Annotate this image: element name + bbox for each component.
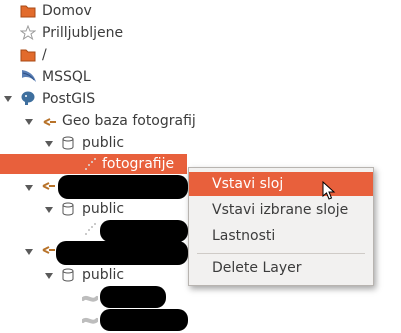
redacted-connection-name — [56, 241, 188, 265]
menu-item-properties[interactable]: Lastnosti — [189, 224, 373, 248]
tree-item-geo-db[interactable]: Geo baza fotografij — [62, 110, 196, 132]
context-menu: Vstavi sloj Vstavi izbrane sloje Lastnos… — [188, 167, 374, 286]
redacted-layer-name — [100, 220, 188, 242]
folder-icon — [20, 47, 36, 66]
database-cylinder-icon — [62, 136, 74, 154]
line-layer-icon — [81, 292, 99, 308]
tree-item-favorites[interactable]: Prilljubljene — [42, 22, 123, 44]
menu-separator — [197, 253, 365, 254]
tree-item-mssql[interactable]: MSSQL — [42, 66, 91, 88]
connection-plug-icon — [43, 116, 57, 132]
postgis-elephant-icon — [20, 90, 36, 110]
line-layer-icon — [81, 314, 99, 330]
point-layer-icon — [84, 222, 96, 240]
tree-item-schema[interactable]: public — [82, 264, 124, 286]
menu-item-label: Delete Layer — [212, 260, 302, 276]
expand-arrow-icon[interactable] — [45, 273, 53, 279]
expand-arrow-icon[interactable] — [4, 96, 12, 102]
redacted-layer-name — [100, 309, 188, 331]
expand-arrow-icon[interactable] — [45, 207, 53, 213]
expand-arrow-icon[interactable] — [25, 249, 33, 255]
redacted-layer-name — [100, 286, 166, 308]
point-layer-icon — [84, 157, 96, 175]
tree-item-schema[interactable]: public — [82, 198, 124, 220]
menu-item-delete-layer[interactable]: Delete Layer — [189, 256, 373, 280]
mssql-icon — [20, 68, 38, 88]
tree-item-root[interactable]: / — [42, 44, 47, 66]
folder-icon — [20, 3, 36, 22]
menu-item-add-selected-layers[interactable]: Vstavi izbrane sloje — [189, 198, 373, 222]
connection-plug-icon — [42, 180, 56, 196]
mouse-cursor-icon — [322, 180, 336, 205]
expand-arrow-icon[interactable] — [25, 185, 33, 191]
redacted-connection-name — [58, 175, 188, 199]
database-cylinder-icon — [62, 202, 74, 220]
tree-item-domov[interactable]: Domov — [42, 0, 92, 22]
tree-item-schema[interactable]: public — [82, 132, 124, 154]
menu-item-add-layer[interactable]: Vstavi sloj — [189, 172, 373, 196]
connection-plug-icon — [42, 244, 56, 260]
database-cylinder-icon — [62, 268, 74, 286]
tree-item-layer-selected[interactable]: fotografije — [102, 153, 174, 175]
expand-arrow-icon[interactable] — [25, 119, 33, 125]
star-icon — [19, 24, 37, 45]
menu-item-label: Lastnosti — [212, 228, 276, 244]
expand-arrow-icon[interactable] — [45, 141, 53, 147]
tree-item-postgis[interactable]: PostGIS — [42, 88, 95, 110]
menu-item-label: Vstavi sloj — [212, 176, 284, 192]
